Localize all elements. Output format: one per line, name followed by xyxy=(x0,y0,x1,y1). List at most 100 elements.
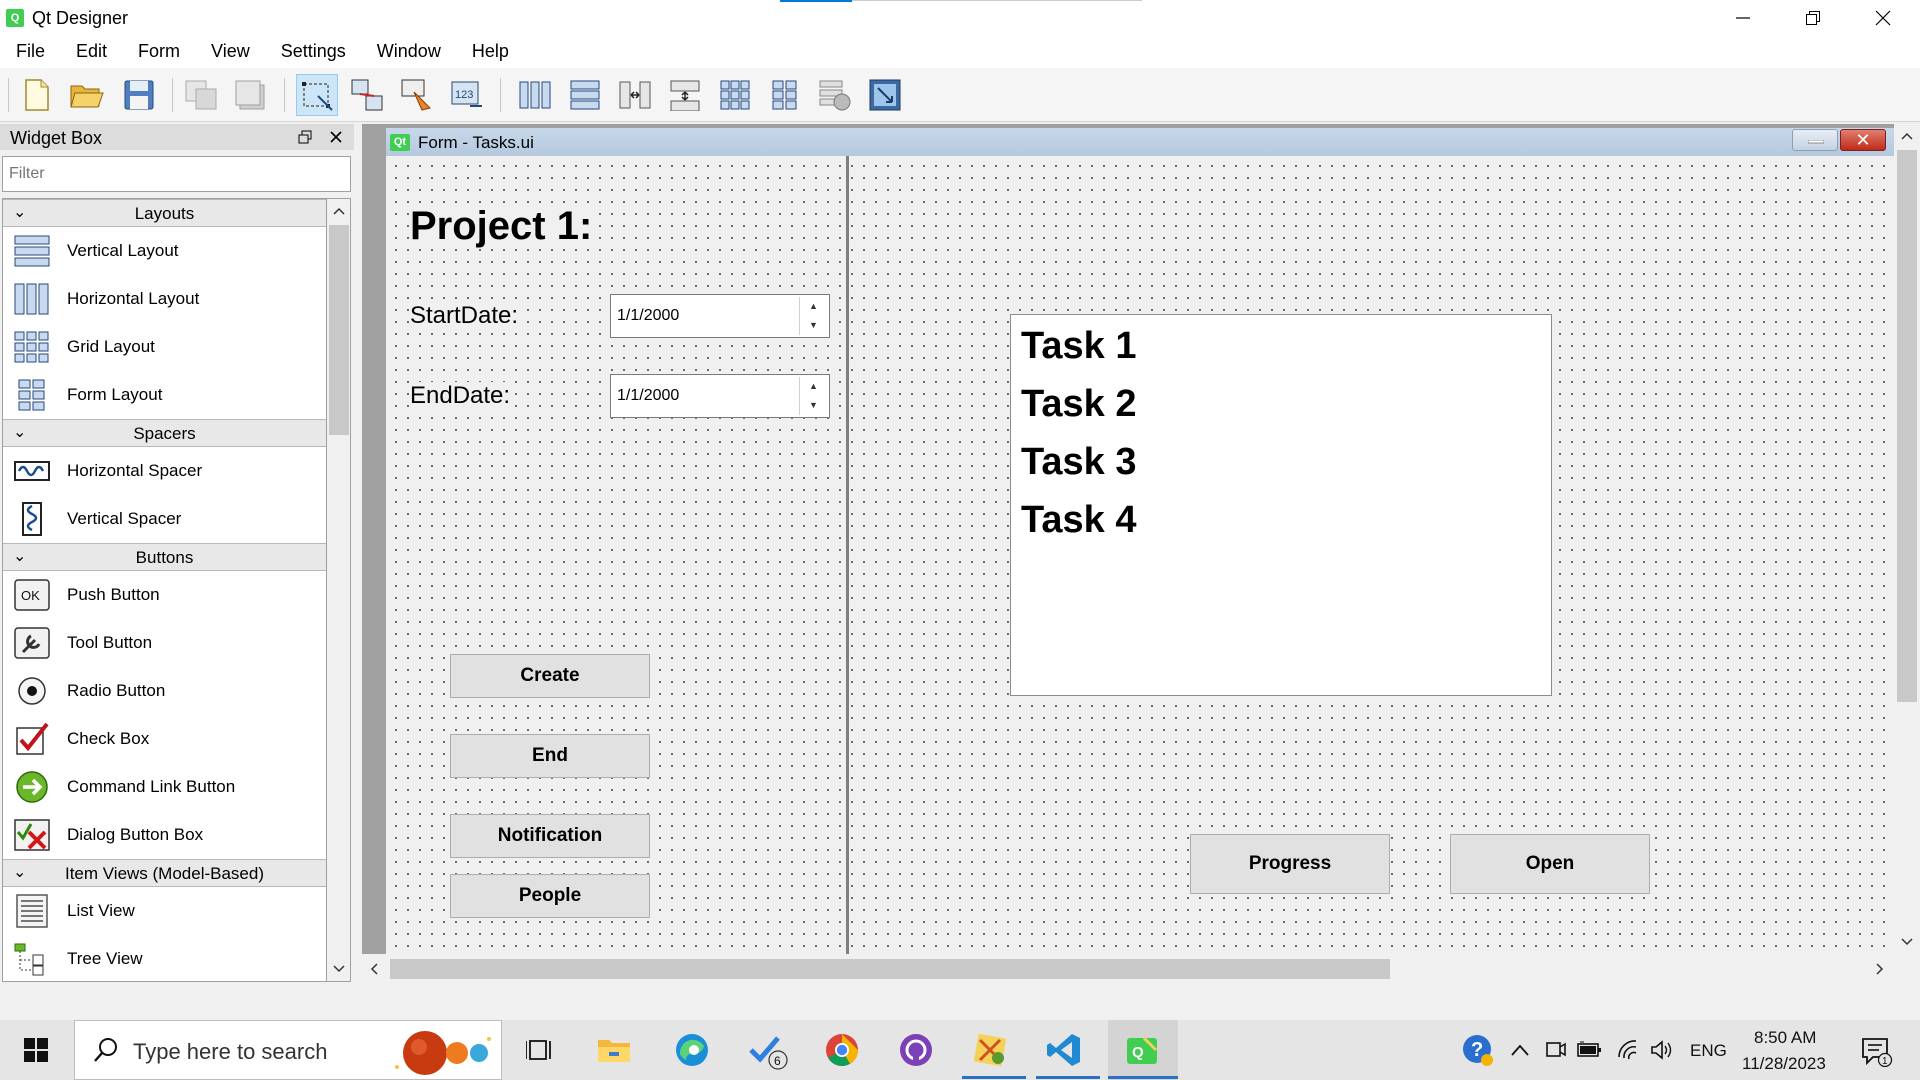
lay-out-form-button[interactable] xyxy=(764,74,806,116)
battery-tray-button[interactable] xyxy=(1570,1028,1610,1072)
end-date-spinner[interactable]: ▲ ▼ xyxy=(799,377,827,415)
progress-button[interactable]: Progress xyxy=(1190,834,1390,894)
show-hidden-icons-button[interactable] xyxy=(1500,1028,1540,1072)
start-button[interactable] xyxy=(14,1028,58,1072)
new-form-button[interactable] xyxy=(16,74,58,116)
splitter-vertical-button[interactable] xyxy=(664,74,706,116)
spin-up-icon[interactable]: ▲ xyxy=(800,377,827,396)
widget-vertical-layout[interactable]: Vertical Layout xyxy=(3,227,326,275)
github-desktop-button[interactable] xyxy=(894,1028,938,1072)
taskbar-search-box[interactable]: Type here to search xyxy=(74,1020,502,1080)
undo-button[interactable] xyxy=(180,74,222,116)
form-splitter[interactable] xyxy=(846,156,849,954)
form-window-titlebar[interactable]: Qt Form - Tasks.ui ✕ xyxy=(386,128,1894,156)
widget-push-button[interactable]: OK Push Button xyxy=(3,571,326,619)
file-explorer-button[interactable] xyxy=(592,1028,636,1072)
lay-out-vertically-button[interactable] xyxy=(564,74,606,116)
start-date-spinner[interactable]: ▲ ▼ xyxy=(799,297,827,335)
widget-filter-input[interactable] xyxy=(2,156,351,192)
splitter-horizontal-button[interactable] xyxy=(614,74,656,116)
scroll-down-icon[interactable] xyxy=(1901,938,1913,946)
widget-vertical-spacer[interactable]: Vertical Spacer xyxy=(3,495,326,543)
scrollbar-thumb[interactable] xyxy=(329,225,349,435)
menu-help[interactable]: Help xyxy=(472,36,525,68)
scrollbar-thumb[interactable] xyxy=(1897,150,1917,702)
vscode-button[interactable] xyxy=(1042,1028,1086,1072)
edit-buddies-button[interactable] xyxy=(396,74,438,116)
close-button[interactable] xyxy=(1848,0,1918,36)
menu-view[interactable]: View xyxy=(211,36,266,68)
notification-button[interactable]: Notification xyxy=(450,814,650,858)
people-button[interactable]: People xyxy=(450,874,650,918)
list-item[interactable]: Task 3 xyxy=(1021,441,1136,484)
widget-tool-button[interactable]: Tool Button xyxy=(3,619,326,667)
restore-button[interactable] xyxy=(1778,0,1848,36)
category-item-views[interactable]: ⌄ Item Views (Model-Based) xyxy=(3,859,326,887)
category-spacers[interactable]: ⌄ Spacers xyxy=(3,419,326,447)
widget-radio-button[interactable]: Radio Button xyxy=(3,667,326,715)
widget-check-box[interactable]: Check Box xyxy=(3,715,326,763)
open-button[interactable]: Open xyxy=(1450,834,1650,894)
help-tray-button[interactable]: ? xyxy=(1458,1028,1498,1072)
end-date-edit[interactable]: 1/1/2000 ▲ ▼ xyxy=(610,374,830,418)
clock-date[interactable]: 11/28/2023 xyxy=(1742,1054,1826,1074)
menu-form[interactable]: Form xyxy=(138,36,196,68)
chrome-button[interactable] xyxy=(820,1028,864,1072)
end-button[interactable]: End xyxy=(450,734,650,778)
spin-down-icon[interactable]: ▼ xyxy=(800,396,827,415)
edit-signals-button[interactable] xyxy=(346,74,388,116)
task-list[interactable]: Task 1 Task 2 Task 3 Task 4 xyxy=(1010,314,1552,696)
mdi-horizontal-scrollbar[interactable] xyxy=(362,954,1920,984)
python-tool-button[interactable] xyxy=(968,1028,1012,1072)
break-layout-button[interactable] xyxy=(814,74,856,116)
task-view-button[interactable] xyxy=(518,1028,562,1072)
form-close-button[interactable]: ✕ xyxy=(1840,129,1886,151)
start-date-edit[interactable]: 1/1/2000 ▲ ▼ xyxy=(610,294,830,338)
scroll-up-icon[interactable] xyxy=(1901,132,1913,140)
menu-edit[interactable]: Edit xyxy=(76,36,123,68)
widget-dialog-button-box[interactable]: Dialog Button Box xyxy=(3,811,326,859)
scrollbar-thumb[interactable] xyxy=(390,959,1390,979)
todo-app-button[interactable]: 6 xyxy=(746,1028,790,1072)
scroll-left-icon[interactable] xyxy=(370,963,378,975)
clock-time[interactable]: 8:50 AM xyxy=(1754,1028,1816,1048)
widget-form-layout[interactable]: Form Layout xyxy=(3,371,326,419)
close-panel-icon[interactable] xyxy=(330,131,342,143)
float-panel-icon[interactable] xyxy=(298,130,312,144)
volume-tray-button[interactable] xyxy=(1642,1028,1682,1072)
edit-tab-order-button[interactable]: 123 xyxy=(446,74,488,116)
menu-settings[interactable]: Settings xyxy=(281,36,362,68)
list-item[interactable]: Task 1 xyxy=(1021,325,1136,368)
category-layouts[interactable]: ⌄ Layouts xyxy=(3,199,326,227)
menu-file[interactable]: File xyxy=(16,36,61,68)
create-button[interactable]: Create xyxy=(450,654,650,698)
list-item[interactable]: Task 2 xyxy=(1021,383,1136,426)
lay-out-grid-button[interactable] xyxy=(714,74,756,116)
qt-designer-taskbar-button[interactable]: Q xyxy=(1120,1028,1164,1072)
mdi-vertical-scrollbar[interactable] xyxy=(1894,124,1920,960)
widget-grid-layout[interactable]: Grid Layout xyxy=(3,323,326,371)
widget-list-view[interactable]: List View xyxy=(3,887,326,935)
menu-window[interactable]: Window xyxy=(377,36,457,68)
minimize-button[interactable] xyxy=(1708,0,1778,36)
form-minimize-button[interactable] xyxy=(1792,129,1838,151)
spin-up-icon[interactable]: ▲ xyxy=(800,297,827,316)
action-center-button[interactable]: 1 xyxy=(1852,1028,1900,1072)
lay-out-horizontally-button[interactable] xyxy=(514,74,556,116)
category-buttons[interactable]: ⌄ Buttons xyxy=(3,543,326,571)
list-item[interactable]: Task 4 xyxy=(1021,499,1136,542)
widget-list-scrollbar[interactable] xyxy=(327,198,351,982)
spin-down-icon[interactable]: ▼ xyxy=(800,316,827,335)
redo-button[interactable] xyxy=(230,74,272,116)
widget-tree-view[interactable]: Tree View xyxy=(3,935,326,981)
scroll-down-icon[interactable] xyxy=(333,965,345,973)
widget-horizontal-spacer[interactable]: Horizontal Spacer xyxy=(3,447,326,495)
scroll-right-icon[interactable] xyxy=(1876,963,1884,975)
input-language[interactable]: ENG xyxy=(1690,1041,1727,1061)
scroll-up-icon[interactable] xyxy=(333,207,345,215)
edit-widgets-button[interactable] xyxy=(296,74,338,116)
save-form-button[interactable] xyxy=(118,74,160,116)
widget-command-link-button[interactable]: Command Link Button xyxy=(3,763,326,811)
open-form-button[interactable] xyxy=(66,74,108,116)
widget-horizontal-layout[interactable]: Horizontal Layout xyxy=(3,275,326,323)
